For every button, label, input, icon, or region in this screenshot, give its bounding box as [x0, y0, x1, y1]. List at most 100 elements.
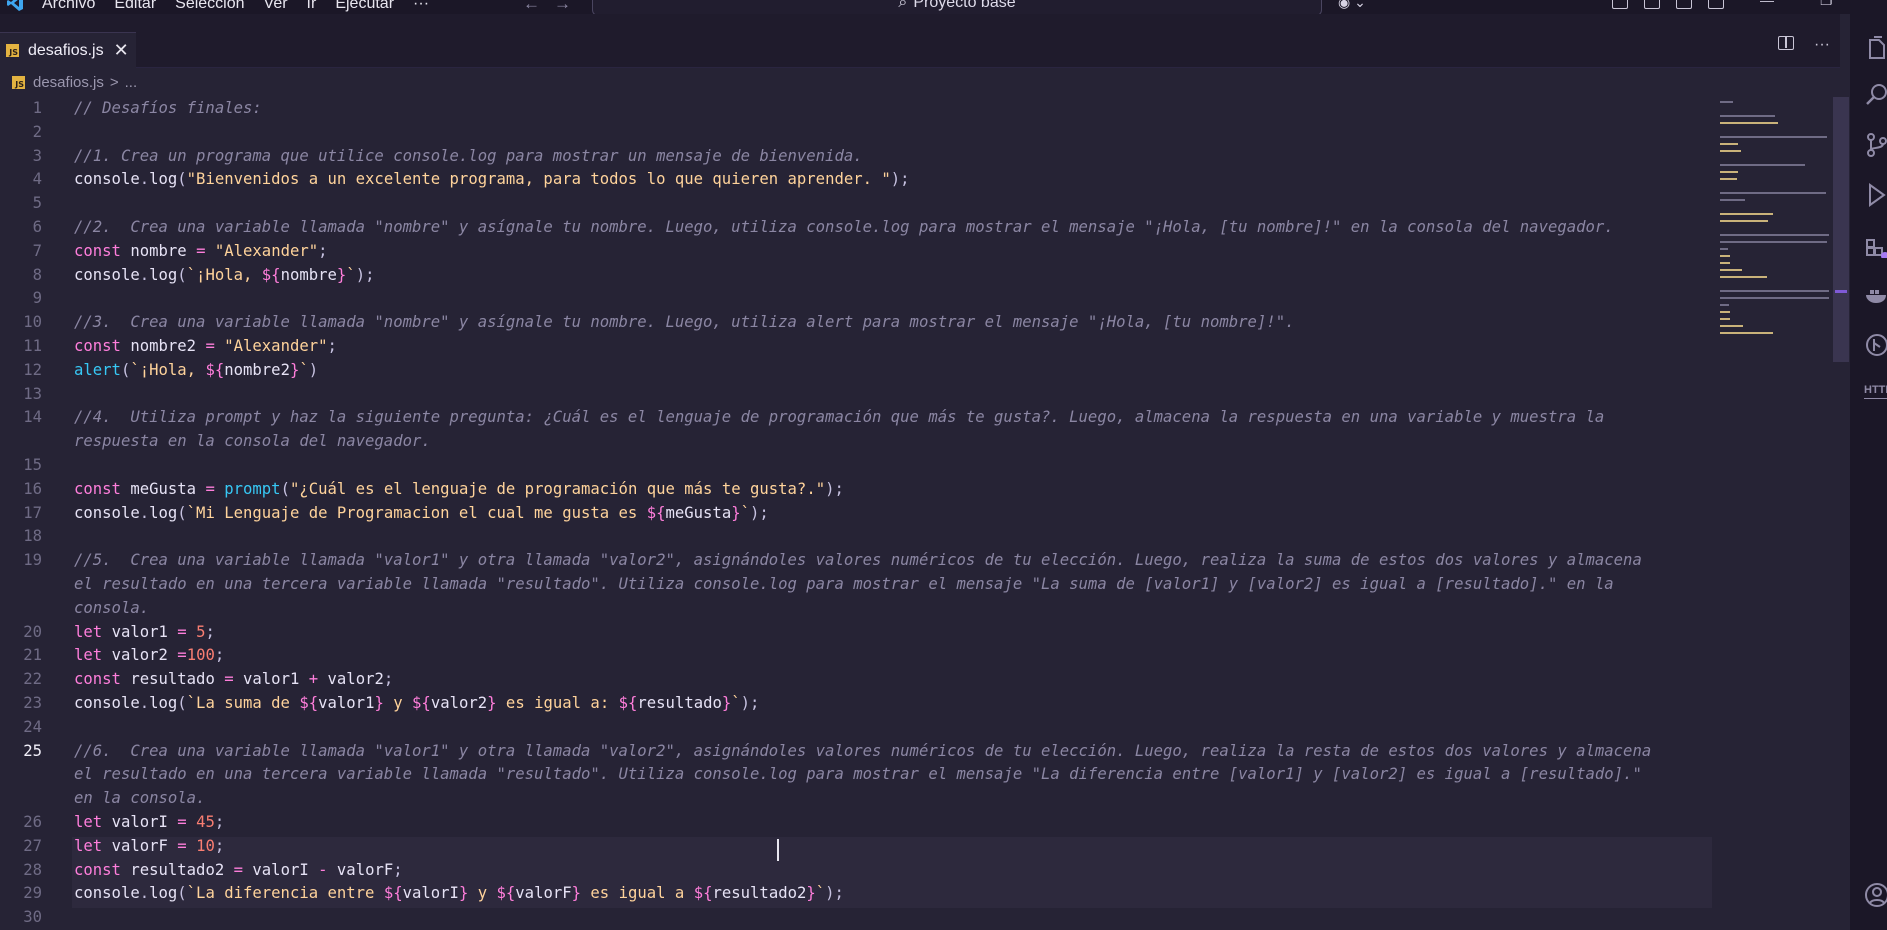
search-icon[interactable] [1864, 82, 1887, 108]
menu-ejecutar[interactable]: Ejecutar [335, 0, 394, 13]
extensions-icon[interactable] [1864, 232, 1887, 258]
layout-icon[interactable] [1708, 0, 1724, 9]
code-line[interactable]: 23 console.log(`La suma de ${valor1} y ${… [0, 692, 1715, 716]
tab-desafios-js[interactable]: JS desafios.js ✕ [0, 32, 136, 68]
code-token: ` [299, 360, 309, 379]
code-line[interactable]: 21 let valor2 =100; [0, 644, 1715, 668]
menu-archivo[interactable]: Archivo [42, 0, 95, 13]
code-line[interactable]: en la consola. [0, 787, 1715, 811]
line-code: el resultado en una tercera variable lla… [74, 763, 1642, 787]
code-line[interactable]: 1 // Desafíos finales: [0, 97, 1715, 121]
code-token: ` [740, 503, 750, 522]
http-icon[interactable]: HTTP [1864, 384, 1887, 399]
code-token: ${ [412, 693, 431, 712]
code-token: console [74, 884, 140, 903]
code-line[interactable]: 12 alert(`¡Hola, ${nombre2}`) [0, 359, 1715, 383]
code-token: console [74, 265, 140, 284]
copilot-icon[interactable]: ◉ ⌄ [1338, 0, 1366, 11]
minimap-line [1720, 262, 1731, 264]
layout-icon[interactable] [1644, 0, 1660, 9]
code-line[interactable]: 18 [0, 525, 1715, 549]
menu-ver[interactable]: Ver [264, 0, 288, 13]
code-token: nombre2 [130, 336, 197, 355]
code-token: valorF [111, 836, 168, 855]
split-editor-icon[interactable] [1778, 36, 1794, 50]
code-line[interactable]: 26 let valorI = 45; [0, 811, 1715, 835]
code-token: = [196, 336, 225, 355]
source-control-icon[interactable] [1864, 132, 1887, 158]
code-line[interactable]: 27 let valorF = 10; [0, 835, 1715, 859]
code-editor[interactable]: 1// Desafíos finales: 2 3//1. Crea un prog… [0, 97, 1715, 930]
code-token: //5. Crea una variable llamada "valor1" … [74, 551, 1642, 570]
restore-icon[interactable]: ❐ [1820, 0, 1833, 9]
code-line[interactable]: 25 //6. Crea una variable llamada "valor1… [0, 740, 1715, 764]
minimap-line [1720, 248, 1728, 250]
code-line[interactable]: 29 console.log(`La diferencia entre ${val… [0, 882, 1715, 906]
code-line[interactable]: 13 [0, 383, 1715, 407]
code-line[interactable]: 6 //2. Crea una variable llamada "nombre"… [0, 216, 1715, 240]
line-number: 21 [23, 646, 42, 665]
files-icon[interactable] [1864, 36, 1887, 62]
breadcrumb-more[interactable]: ... [125, 74, 138, 91]
account-icon[interactable] [1864, 882, 1887, 908]
code-line[interactable]: 7 const nombre = "Alexander"; [0, 240, 1715, 264]
code-token: y [383, 693, 413, 712]
code-token: alert [74, 360, 121, 379]
layout-icon[interactable] [1612, 0, 1628, 9]
code-line[interactable]: 28 const resultado2 = valorI - valorF; [0, 859, 1715, 883]
menu-more-icon[interactable]: ··· [413, 0, 429, 13]
code-line[interactable]: el resultado en una tercera variable lla… [0, 573, 1715, 597]
code-line[interactable]: 15 [0, 454, 1715, 478]
code-line[interactable]: 24 [0, 716, 1715, 740]
breadcrumb-file[interactable]: desafios.js [33, 74, 104, 91]
code-token: ; [214, 836, 225, 855]
minimap-line [1720, 311, 1731, 313]
code-token: . [139, 693, 150, 712]
code-line[interactable]: respuesta en la consola del navegador. [0, 430, 1715, 454]
code-line[interactable]: el resultado en una tercera variable lla… [0, 763, 1715, 787]
minimap-line [1720, 178, 1737, 180]
arrow-left-icon[interactable]: ← [523, 0, 540, 14]
code-line[interactable]: 4 console.log("Bienvenidos a un excelente… [0, 168, 1715, 192]
code-line[interactable]: 11 const nombre2 = "Alexander"; [0, 335, 1715, 359]
code-line[interactable]: 3 //1. Crea un programa que utilice conso… [0, 145, 1715, 169]
code-token: meGusta [665, 503, 732, 522]
code-token: = [167, 622, 197, 641]
layout-icon[interactable] [1676, 0, 1692, 9]
code-line[interactable]: 10 //3. Crea una variable llamada "nombre… [0, 311, 1715, 335]
run-debug-icon[interactable] [1864, 182, 1887, 208]
arrow-right-icon[interactable]: → [554, 0, 571, 14]
close-icon[interactable]: ✕ [114, 40, 129, 61]
menu-seleccion[interactable]: Selección [175, 0, 244, 13]
code-line[interactable]: 19 //5. Crea una variable llamada "valor1… [0, 549, 1715, 573]
code-token: valor1 [243, 670, 300, 689]
code-token: log [149, 503, 178, 522]
code-line[interactable]: 20 let valor1 = 5; [0, 621, 1715, 645]
code-line[interactable]: 9 [0, 287, 1715, 311]
minimap[interactable] [1717, 97, 1837, 357]
menu-ir[interactable]: Ir [307, 0, 317, 13]
code-line[interactable]: 16 const meGusta = prompt("¿Cuál es el le… [0, 478, 1715, 502]
code-token: `¡Hola, [186, 265, 262, 284]
line-code: let valorF = 10; [74, 835, 224, 859]
code-token: ; [214, 646, 225, 665]
line-code: alert(`¡Hola, ${nombre2}`) [74, 359, 318, 383]
code-line[interactable]: consola. [0, 597, 1715, 621]
minimize-icon[interactable]: — [1760, 0, 1774, 9]
git-graph-icon[interactable] [1864, 332, 1887, 358]
menu-editar[interactable]: Editar [114, 0, 156, 13]
code-token: = [167, 812, 197, 831]
line-code: console.log(`Mi Lenguaje de Programacion… [74, 502, 769, 526]
docker-icon[interactable] [1864, 282, 1887, 308]
code-line[interactable]: 5 [0, 192, 1715, 216]
code-token: + [299, 670, 328, 689]
code-line[interactable]: 17 console.log(`Mi Lenguaje de Programaci… [0, 502, 1715, 526]
code-line[interactable]: 14 //4. Utiliza prompt y haz la siguiente… [0, 406, 1715, 430]
code-line[interactable]: 30 [0, 906, 1715, 930]
code-line[interactable]: 2 [0, 121, 1715, 145]
code-line[interactable]: 22 const resultado = valor1 + valor2; [0, 668, 1715, 692]
code-token: ; [214, 812, 225, 831]
code-line[interactable]: 8 console.log(`¡Hola, ${nombre}`); [0, 264, 1715, 288]
more-icon[interactable]: ··· [1814, 36, 1830, 54]
scrollbar[interactable] [1833, 97, 1849, 362]
